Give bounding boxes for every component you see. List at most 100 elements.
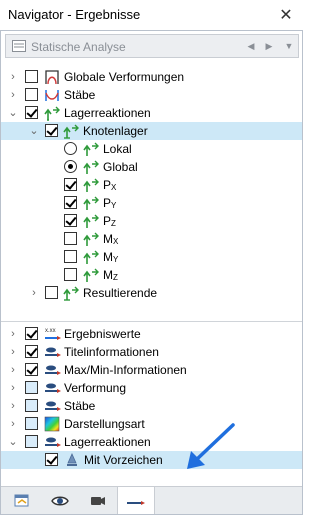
display-setting-icon [44,344,61,360]
checkbox-checked[interactable] [45,124,58,137]
tree-item-verformung[interactable]: › Verformung [1,379,302,397]
tree-label: Lagerreaktionen [64,106,151,120]
moment-y-icon [83,249,99,265]
analysis-combo[interactable]: Statische Analyse ◀ ▶ ▼ [5,34,299,58]
tree-item-mz[interactable]: MZ [1,266,302,284]
tree-label: PX [103,178,117,192]
tree-item-ergebniswerte[interactable]: › x.xx Ergebniswerte [1,325,302,343]
checkbox[interactable] [64,232,77,245]
expand-icon[interactable]: › [8,399,18,413]
expand-icon[interactable]: › [8,381,18,395]
tree-item-px[interactable]: PX [1,176,302,194]
force-y-icon [83,195,99,211]
force-x-icon [83,177,99,193]
eye-icon [51,496,69,506]
close-button[interactable]: ✕ [277,5,295,25]
tree-item-mit-vorzeichen[interactable]: Mit Vorzeichen [1,451,302,469]
expand-icon[interactable]: › [29,286,39,300]
radio-button[interactable] [64,142,77,155]
tree-label: Globale Verformungen [64,70,185,84]
svg-text:x.xx: x.xx [45,328,56,334]
force-z-icon [83,213,99,229]
display-setting-icon [44,380,61,396]
checkbox-checked[interactable] [25,363,38,376]
tree-label: PZ [103,214,116,228]
dropdown-button[interactable]: ▼ [280,35,298,57]
tab-display[interactable] [41,487,79,514]
tree-label: Titelinformationen [64,345,159,359]
checkbox-partial[interactable] [25,435,38,448]
results-tab-icon [127,501,145,505]
tree-item-my[interactable]: MY [1,248,302,266]
tree-item-globale-verformungen[interactable]: › Globale Verformungen [1,68,302,86]
tree-item-resultierende[interactable]: › Resultierende [1,284,302,302]
title-bar: Navigator - Ergebnisse ✕ [0,0,303,30]
expand-icon[interactable]: › [8,70,18,84]
tree-label: Ergebniswerte [64,327,141,341]
radio-button-selected[interactable] [64,160,77,173]
navigator-tab-bar [1,486,302,514]
checkbox-checked[interactable] [25,345,38,358]
checkbox-partial[interactable] [25,399,38,412]
moment-x-icon [83,231,99,247]
navigator-panel: Statische Analyse ◀ ▶ ▼ › Globale Verfor… [0,30,303,515]
checkbox[interactable] [64,268,77,281]
sign-icon [64,452,80,468]
expand-icon[interactable]: › [8,417,18,431]
tab-views[interactable] [79,487,117,514]
member-icon [44,87,60,103]
tree-label: Lokal [103,142,132,156]
expand-icon[interactable]: › [8,363,18,377]
checkbox-partial[interactable] [25,417,38,430]
tree-item-staebe-display[interactable]: › Stäbe [1,397,302,415]
tree-item-py[interactable]: PY [1,194,302,212]
section-divider [1,321,302,322]
tab-data[interactable] [3,487,41,514]
tree-item-pz[interactable]: PZ [1,212,302,230]
checkbox-checked[interactable] [45,453,58,466]
tree-label: Stäbe [64,88,96,102]
collapse-icon[interactable]: ⌄ [29,124,39,138]
checkbox[interactable] [25,88,38,101]
expand-icon[interactable]: › [8,88,18,102]
annotation-arrow [187,423,235,469]
checkbox-checked[interactable] [64,196,77,209]
tree-item-maxmin-informationen[interactable]: › Max/Min-Informationen [1,361,302,379]
checkbox[interactable] [64,250,77,263]
collapse-icon[interactable]: ⌄ [8,106,18,120]
analysis-type-icon [12,40,26,55]
tree-label: Global [103,160,138,174]
tree-item-mx[interactable]: MX [1,230,302,248]
collapse-icon[interactable]: ⌄ [8,435,18,449]
tree-label: Verformung [64,381,127,395]
tree-item-lagerreaktionen-display[interactable]: ⌄ Lagerreaktionen [1,433,302,451]
tree-item-titelinformationen[interactable]: › Titelinformationen [1,343,302,361]
tab-results[interactable] [117,487,155,514]
tree-item-knotenlager[interactable]: ⌄ Knotenlager [1,122,302,140]
tree-item-lokal[interactable]: Lokal [1,140,302,158]
checkbox-checked[interactable] [64,178,77,191]
tree-label: PY [103,196,117,210]
checkbox-partial[interactable] [25,381,38,394]
tree-label: MY [103,250,119,264]
next-button[interactable]: ▶ [260,35,278,57]
checkbox-checked[interactable] [64,214,77,227]
checkbox[interactable] [25,70,38,83]
display-setting-icon [44,362,61,378]
tree-item-lagerreaktionen[interactable]: ⌄ Lagerreaktionen [1,104,302,122]
tree-label: MZ [103,268,118,282]
tree-item-staebe[interactable]: › Stäbe [1,86,302,104]
deformation-icon [44,69,60,85]
expand-icon[interactable]: › [8,327,18,341]
checkbox-checked[interactable] [25,106,38,119]
prev-button[interactable]: ◀ [242,35,260,57]
checkbox-checked[interactable] [25,327,38,340]
resultant-icon [63,285,79,301]
checkbox[interactable] [45,286,58,299]
data-tab-icon [14,494,29,507]
tree-item-darstellungsart[interactable]: › Darstellungsart [1,415,302,433]
moment-z-icon [83,267,99,283]
support-reaction-icon [44,105,60,121]
tree-item-global[interactable]: Global [1,158,302,176]
expand-icon[interactable]: › [8,345,18,359]
